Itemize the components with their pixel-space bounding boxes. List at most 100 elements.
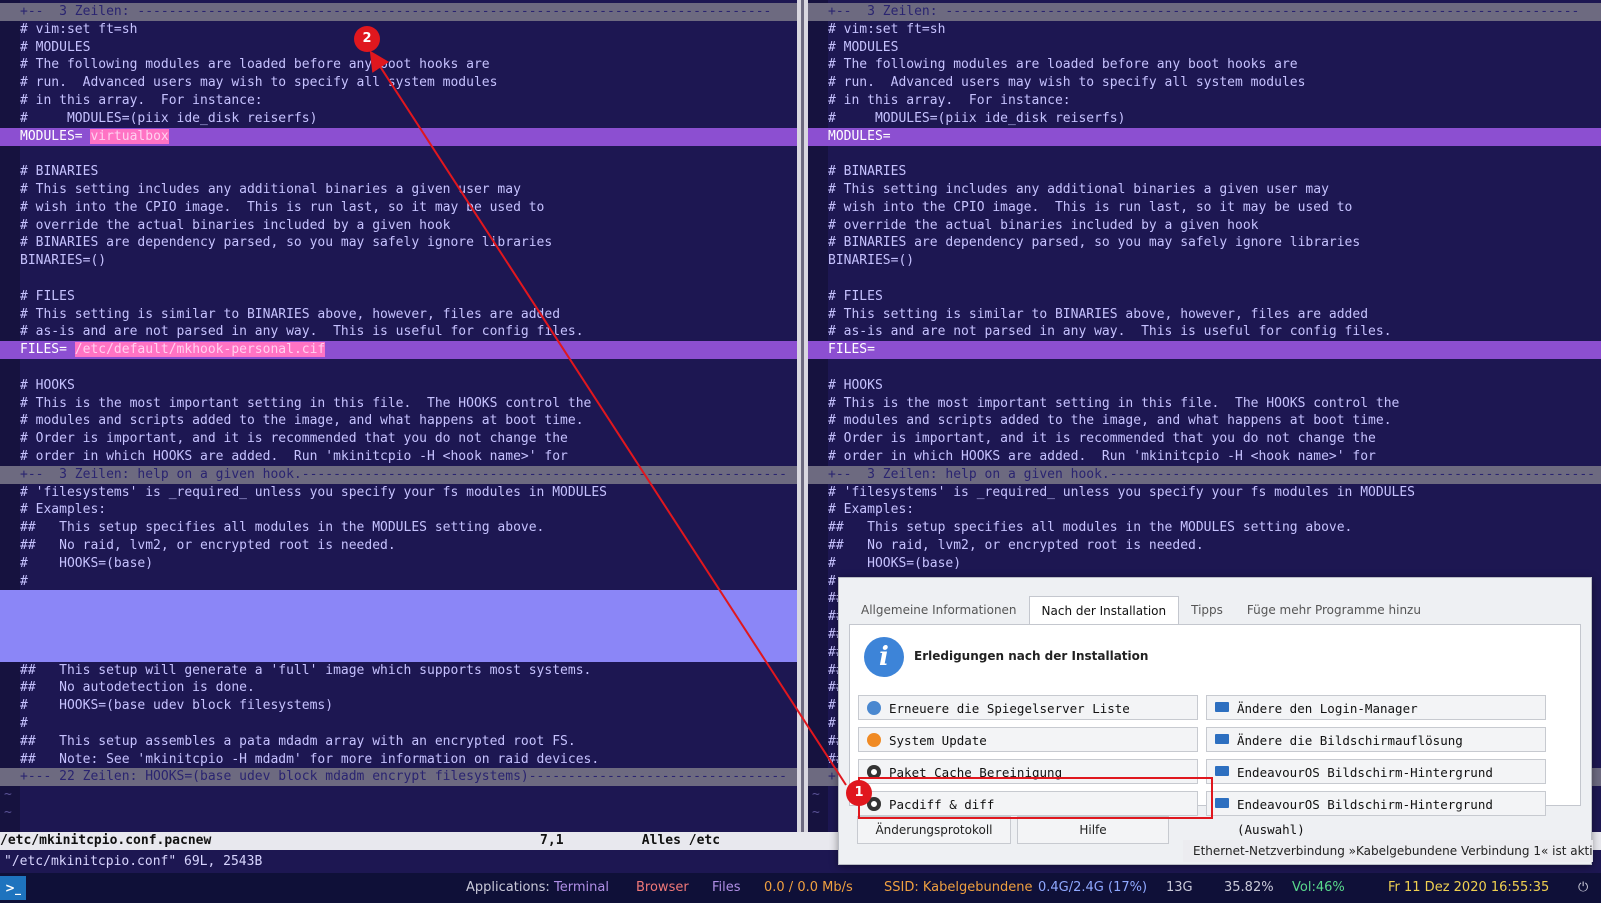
code-line[interactable]: # override the actual binaries included …: [0, 217, 797, 235]
code-line[interactable]: ## No raid, lvm2, or encrypted root is n…: [808, 537, 1601, 555]
code-line[interactable]: BINARIES=(): [808, 252, 1601, 270]
code-line[interactable]: # FILES: [808, 288, 1601, 306]
code-line[interactable]: #: [0, 573, 797, 591]
code-line[interactable]: # Order is important, and it is recommen…: [808, 430, 1601, 448]
diff-changed-line[interactable]: MODULES= virtualbox: [0, 127, 797, 146]
tab-after-install[interactable]: Nach der Installation: [1028, 596, 1180, 624]
code-line[interactable]: # modules and scripts added to the image…: [0, 412, 797, 430]
code-line[interactable]: # wish into the CPIO image. This is run …: [0, 199, 797, 217]
volume-level[interactable]: Vol:46%: [1292, 873, 1345, 903]
code-line[interactable]: # run. Advanced users may wish to specif…: [0, 74, 797, 92]
change-resolution-button[interactable]: Ändere die Bildschirmauflösung: [1206, 727, 1546, 752]
code-line[interactable]: # This setting includes any additional b…: [808, 181, 1601, 199]
code-line[interactable]: # MODULES: [808, 39, 1601, 57]
taskbar-files-button[interactable]: Files: [712, 873, 741, 903]
code-line[interactable]: ## No autodetection is done.: [0, 679, 797, 697]
vertical-split-divider[interactable]: [797, 0, 808, 843]
taskbar-browser-button[interactable]: Browser: [636, 873, 689, 903]
code-line[interactable]: ## This setup assembles a pata mdadm arr…: [0, 733, 797, 751]
code-line[interactable]: # This is the most important setting in …: [0, 395, 797, 413]
fold-line[interactable]: +-- 3 Zeilen: help on a given hook.-----…: [0, 465, 797, 484]
code-line[interactable]: [0, 145, 797, 163]
code-line[interactable]: ## This setup will generate a 'full' ima…: [0, 662, 797, 680]
code-line[interactable]: # BINARIES are dependency parsed, so you…: [808, 234, 1601, 252]
code-line[interactable]: # The following modules are loaded befor…: [0, 56, 797, 74]
code-line[interactable]: # HOOKS=(base): [0, 555, 797, 573]
code-line[interactable]: [0, 359, 797, 377]
wallpaper-button[interactable]: EndeavourOS Bildschirm-Hintergrund: [1206, 759, 1546, 784]
code-line[interactable]: # This setting is similar to BINARIES ab…: [0, 306, 797, 324]
diff-filler-line[interactable]: [0, 608, 797, 627]
code-line[interactable]: # HOOKS=(base): [808, 555, 1601, 573]
code-line[interactable]: [808, 359, 1601, 377]
code-line[interactable]: # vim:set ft=sh: [808, 21, 1601, 39]
diff-filler-line[interactable]: [0, 626, 797, 644]
diff-changed-line[interactable]: MODULES=: [808, 127, 1601, 146]
code-line[interactable]: # as-is and are not parsed in any way. T…: [808, 323, 1601, 341]
code-line[interactable]: # run. Advanced users may wish to specif…: [808, 74, 1601, 92]
code-line[interactable]: # HOOKS=(base udev block filesystems): [0, 697, 797, 715]
code-line[interactable]: # override the actual binaries included …: [808, 217, 1601, 235]
empty-buffer-line[interactable]: ~: [0, 786, 797, 804]
diff-filler-line[interactable]: [0, 643, 797, 662]
vim-diff-pane-left[interactable]: +-- 3 Zeilen: --------------------------…: [0, 0, 797, 843]
code-line[interactable]: #: [0, 715, 797, 733]
diff-filler-line[interactable]: [0, 590, 797, 609]
code-line[interactable]: # 'filesystems' is _required_ unless you…: [0, 484, 797, 502]
code-line[interactable]: # BINARIES: [808, 163, 1601, 181]
code-line[interactable]: # wish into the CPIO image. This is run …: [808, 199, 1601, 217]
terminal-launcher-icon[interactable]: >_: [0, 876, 26, 900]
empty-buffer-line[interactable]: ~: [0, 804, 797, 822]
code-line[interactable]: # Examples:: [808, 501, 1601, 519]
tab-general-info[interactable]: Allgemeine Informationen: [849, 596, 1029, 624]
fold-line[interactable]: +--- 22 Zeilen: HOOKS=(base udev block m…: [0, 768, 797, 787]
code-line[interactable]: # HOOKS: [808, 377, 1601, 395]
wallpaper-choice-button[interactable]: EndeavourOS Bildschirm-Hintergrund (Ausw…: [1206, 791, 1546, 837]
code-line[interactable]: # Examples:: [0, 501, 797, 519]
code-line[interactable]: # modules and scripts added to the image…: [808, 412, 1601, 430]
diff-changed-line[interactable]: FILES= /etc/default/mkhook-personal.cif: [0, 341, 797, 360]
code-line[interactable]: [808, 270, 1601, 288]
system-update-button[interactable]: System Update: [858, 727, 1198, 752]
network-notification[interactable]: Ethernet-Netzverbindung »Kabelgebundene …: [1183, 840, 1593, 862]
code-line[interactable]: [0, 270, 797, 288]
tab-tips[interactable]: Tipps: [1179, 596, 1235, 624]
code-line[interactable]: # HOOKS: [0, 377, 797, 395]
code-line[interactable]: # FILES: [0, 288, 797, 306]
code-line[interactable]: # This is the most important setting in …: [808, 395, 1601, 413]
diff-changed-line[interactable]: FILES=: [808, 341, 1601, 360]
update-mirrors-button[interactable]: Erneuere die Spiegelserver Liste: [858, 695, 1198, 720]
code-line[interactable]: # The following modules are loaded befor…: [808, 56, 1601, 74]
code-line[interactable]: # vim:set ft=sh: [0, 21, 797, 39]
code-line[interactable]: BINARIES=(): [0, 252, 797, 270]
code-line[interactable]: ## Note: See 'mkinitcpio -H mdadm' for m…: [0, 751, 797, 769]
code-line[interactable]: ## No raid, lvm2, or encrypted root is n…: [0, 537, 797, 555]
fold-line[interactable]: +-- 3 Zeilen: help on a given hook.-----…: [808, 465, 1601, 484]
code-line[interactable]: [808, 145, 1601, 163]
code-line[interactable]: # order in which HOOKS are added. Run 'm…: [808, 448, 1601, 466]
code-line[interactable]: # as-is and are not parsed in any way. T…: [0, 323, 797, 341]
code-line[interactable]: # BINARIES are dependency parsed, so you…: [0, 234, 797, 252]
code-line[interactable]: ## This setup specifies all modules in t…: [0, 519, 797, 537]
change-login-manager-button[interactable]: Ändere den Login-Manager: [1206, 695, 1546, 720]
changelog-button[interactable]: Änderungsprotokoll: [857, 816, 1011, 844]
help-button[interactable]: Hilfe: [1017, 816, 1169, 844]
code-line[interactable]: # in this array. For instance:: [808, 92, 1601, 110]
code-line[interactable]: # BINARIES: [0, 163, 797, 181]
code-line[interactable]: # This setting is similar to BINARIES ab…: [808, 306, 1601, 324]
code-line[interactable]: # This setting includes any additional b…: [0, 181, 797, 199]
fold-line[interactable]: +-- 3 Zeilen: --------------------------…: [808, 3, 1601, 21]
fold-line[interactable]: +-- 3 Zeilen: --------------------------…: [0, 3, 797, 21]
code-line[interactable]: # order in which HOOKS are added. Run 'm…: [0, 448, 797, 466]
code-line[interactable]: # 'filesystems' is _required_ unless you…: [808, 484, 1601, 502]
code-line[interactable]: # Order is important, and it is recommen…: [0, 430, 797, 448]
taskbar-terminal-button[interactable]: Terminal: [554, 873, 609, 903]
code-line[interactable]: # MODULES=(piix ide_disk reiserfs): [808, 110, 1601, 128]
cpu-usage: 35.82%: [1224, 880, 1274, 895]
power-icon[interactable]: ⏻: [1578, 873, 1588, 903]
code-line[interactable]: # MODULES=(piix ide_disk reiserfs): [0, 110, 797, 128]
code-line[interactable]: ## This setup specifies all modules in t…: [808, 519, 1601, 537]
code-line[interactable]: # MODULES: [0, 39, 797, 57]
code-line[interactable]: # in this array. For instance:: [0, 92, 797, 110]
tab-add-programs[interactable]: Füge mehr Programme hinzu: [1235, 596, 1433, 624]
